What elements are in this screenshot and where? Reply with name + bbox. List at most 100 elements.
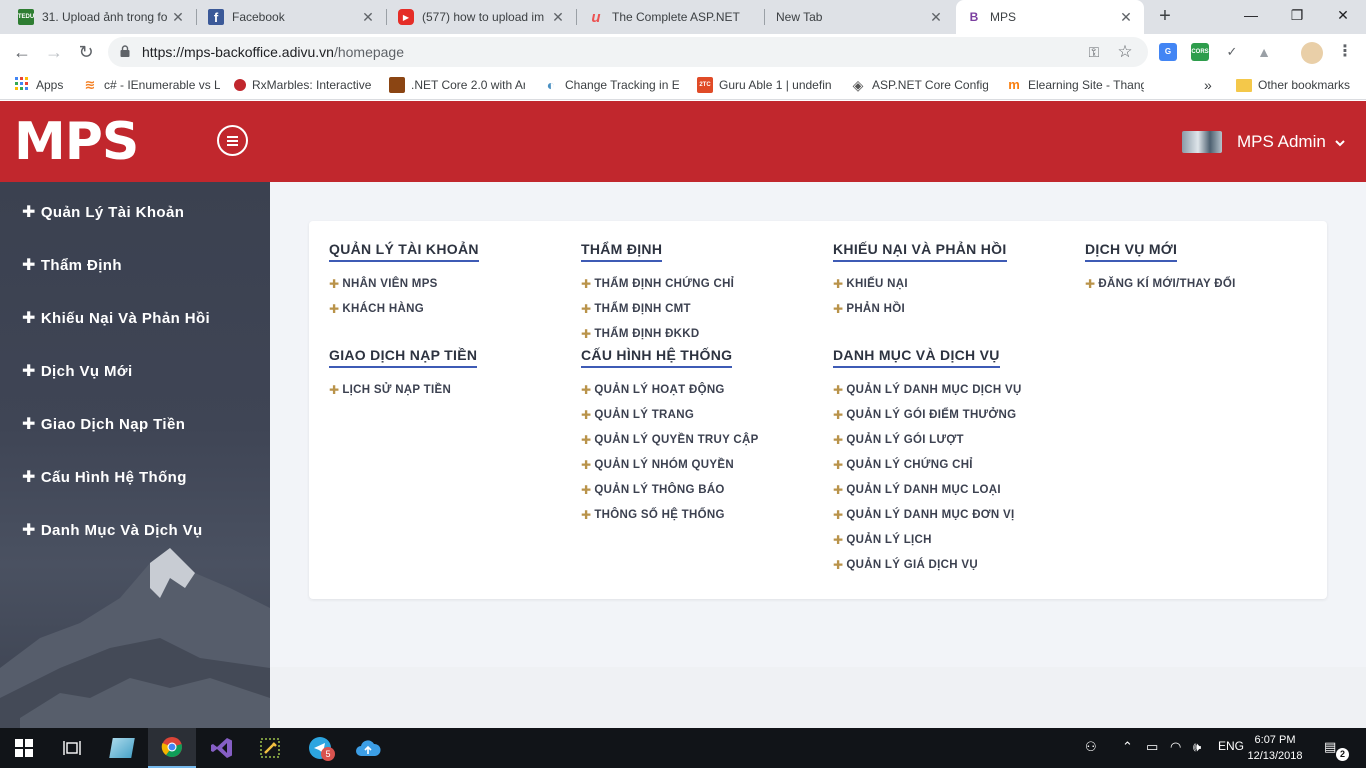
- link-thong-so-he-thong[interactable]: ✚ THÔNG SỐ HỆ THỐNG: [581, 502, 759, 527]
- close-tab-icon[interactable]: ✕: [928, 9, 944, 26]
- link-quan-ly-chung-chi[interactable]: ✚ QUẢN LÝ CHỨNG CHỈ: [833, 452, 1022, 477]
- bookmark-item[interactable]: .NET Core 2.0 with An: [389, 76, 525, 94]
- mps-logo[interactable]: MPS: [14, 116, 139, 168]
- link-lich-su-nap-tien[interactable]: ✚ LỊCH SỬ NẠP TIỀN: [329, 377, 477, 402]
- bookmark-apps[interactable]: Apps: [14, 76, 84, 94]
- link-dang-ki-moi-thay-doi[interactable]: ✚ ĐĂNG KÍ MỚI/THAY ĐỔI: [1085, 271, 1236, 296]
- telegram-icon[interactable]: 5: [296, 728, 344, 768]
- sidebar-item-label: Cấu Hình Hệ Thống: [40, 468, 187, 486]
- windows-taskbar: 5 ⚇ ⌃ ▭ ◠ 🕪 ENG 6:07 PM 12/13/2018 ▤ 2: [0, 728, 1366, 768]
- wifi-icon[interactable]: ◠: [1170, 739, 1181, 755]
- link-label: QUẢN LÝ NHÓM QUYỀN: [594, 458, 734, 471]
- close-window-icon[interactable]: ✕: [1320, 0, 1366, 32]
- browser-tab[interactable]: TEDU 31. Upload ảnh trong fo ✕: [8, 0, 196, 34]
- link-quan-ly-goi-diem-thuong[interactable]: ✚ QUẢN LÝ GÓI ĐIỂM THƯỞNG: [833, 402, 1022, 427]
- bookmark-label: Other bookmarks: [1258, 78, 1351, 92]
- close-tab-icon[interactable]: ✕: [1118, 9, 1134, 26]
- cloud-sync-icon[interactable]: [344, 728, 392, 768]
- link-tham-dinh-chung-chi[interactable]: ✚ THẨM ĐỊNH CHỨNG CHỈ: [581, 271, 734, 296]
- link-quan-ly-danh-muc-loai[interactable]: ✚ QUẢN LÝ DANH MỤC LOẠI: [833, 477, 1022, 502]
- close-tab-icon[interactable]: ✕: [550, 9, 566, 26]
- link-quan-ly-thong-bao[interactable]: ✚ QUẢN LÝ THÔNG BÁO: [581, 477, 759, 502]
- checkmark-extension-icon[interactable]: ✓: [1223, 43, 1241, 61]
- link-khieu-nai[interactable]: ✚ KHIẾU NẠI: [833, 271, 1007, 296]
- more-bookmarks-chevron-icon[interactable]: »: [1204, 76, 1218, 94]
- browser-tab-title: The Complete ASP.NET: [612, 10, 740, 24]
- visual-studio-icon[interactable]: [198, 728, 246, 768]
- sidebar-item-dich-vu-moi[interactable]: ✚ Dịch Vụ Mới: [22, 361, 133, 381]
- plus-icon: ✚: [833, 457, 844, 472]
- language-indicator[interactable]: ENG: [1218, 739, 1244, 753]
- back-arrow-icon[interactable]: ←: [10, 40, 34, 64]
- volume-icon[interactable]: 🕪: [1193, 739, 1201, 755]
- link-quan-ly-danh-muc-don-vi[interactable]: ✚ QUẢN LÝ DANH MỤC ĐƠN VỊ: [833, 502, 1022, 527]
- browser-tab-active[interactable]: B MPS ✕: [956, 0, 1144, 34]
- minimize-window-icon[interactable]: —: [1228, 0, 1274, 32]
- sidebar-item-tham-dinh[interactable]: ✚ Thẩm Định: [22, 255, 122, 275]
- battery-icon[interactable]: ▭: [1146, 739, 1158, 755]
- profile-avatar-icon[interactable]: [1301, 42, 1323, 64]
- plus-icon: ✚: [833, 557, 844, 572]
- cors-extension-icon[interactable]: CORS: [1191, 43, 1209, 61]
- bookmark-item[interactable]: ◈ ASP.NET Core Configu: [850, 76, 988, 94]
- link-nhan-vien-mps[interactable]: ✚ NHÂN VIÊN MPS: [329, 271, 479, 296]
- link-quan-ly-lich[interactable]: ✚ QUẢN LÝ LỊCH: [833, 527, 1022, 552]
- link-phan-hoi[interactable]: ✚ PHẢN HỒI: [833, 296, 1007, 321]
- forward-arrow-icon[interactable]: →: [42, 40, 66, 64]
- address-bar[interactable]: https://mps-backoffice.adivu.vn/homepage…: [108, 37, 1148, 67]
- sidebar-item-cau-hinh-he-thong[interactable]: ✚ Cấu Hình Hệ Thống: [22, 467, 187, 487]
- bookmark-item[interactable]: ◐ Change Tracking in En: [543, 76, 679, 94]
- link-quan-ly-trang[interactable]: ✚ QUẢN LÝ TRANG: [581, 402, 759, 427]
- chrome-taskbar-icon[interactable]: [148, 728, 196, 768]
- other-bookmarks-folder[interactable]: Other bookmarks: [1236, 76, 1360, 94]
- link-quan-ly-nhom-quyen[interactable]: ✚ QUẢN LÝ NHÓM QUYỀN: [581, 452, 759, 477]
- sidebar-item-khieu-nai[interactable]: ✚ Khiếu Nại Và Phản Hồi: [22, 308, 210, 328]
- link-khach-hang[interactable]: ✚ KHÁCH HÀNG: [329, 296, 479, 321]
- bookmark-item[interactable]: 2TC Guru Able 1 | undefin: [697, 76, 835, 94]
- link-quan-ly-hoat-dong[interactable]: ✚ QUẢN LÝ HOẠT ĐỘNG: [581, 377, 759, 402]
- new-tab-button[interactable]: +: [1153, 5, 1177, 29]
- browser-tab[interactable]: f Facebook ✕: [198, 0, 386, 34]
- bookmark-item[interactable]: ≋ c# - IEnumerable vs L: [82, 76, 220, 94]
- sidebar-item-giao-dich-nap-tien[interactable]: ✚ Giao Dịch Nạp Tiền: [22, 414, 185, 434]
- people-icon[interactable]: ⚇: [1085, 739, 1097, 755]
- google-translate-extension-icon[interactable]: G: [1159, 43, 1177, 61]
- reload-icon[interactable]: ↻: [74, 40, 98, 64]
- app-icon[interactable]: [98, 728, 146, 768]
- task-view-icon[interactable]: [48, 728, 96, 768]
- avatar[interactable]: [1182, 131, 1222, 153]
- link-tham-dinh-dkkd[interactable]: ✚ THẨM ĐỊNH ĐKKD: [581, 321, 734, 346]
- plus-icon: ✚: [22, 469, 36, 486]
- star-bookmark-icon[interactable]: ☆: [1116, 43, 1134, 61]
- plus-icon: ✚: [833, 301, 844, 316]
- key-icon[interactable]: ⚿: [1085, 43, 1103, 61]
- link-quan-ly-quyen-truy-cap[interactable]: ✚ QUẢN LÝ QUYỀN TRUY CẬP: [581, 427, 759, 452]
- restore-window-icon[interactable]: ❐: [1274, 0, 1320, 32]
- tools-icon[interactable]: [246, 728, 294, 768]
- notification-center-icon[interactable]: ▤: [1324, 739, 1336, 755]
- close-tab-icon[interactable]: ✕: [360, 9, 376, 26]
- bookmark-item[interactable]: m Elearning Site - Thang: [1006, 76, 1144, 94]
- system-clock[interactable]: 6:07 PM 12/13/2018: [1245, 732, 1305, 764]
- browser-tab[interactable]: u The Complete ASP.NET: [578, 0, 764, 34]
- hamburger-menu-icon[interactable]: [217, 125, 248, 156]
- tab-separator: [386, 9, 387, 25]
- link-tham-dinh-cmt[interactable]: ✚ THẨM ĐỊNH CMT: [581, 296, 734, 321]
- group-quan-ly-tai-khoan: QUẢN LÝ TÀI KHOẢN ✚ NHÂN VIÊN MPS ✚ KHÁCH …: [329, 241, 479, 321]
- link-quan-ly-danh-muc-dich-vu[interactable]: ✚ QUẢN LÝ DANH MỤC DỊCH VỤ: [833, 377, 1022, 402]
- chevron-up-icon[interactable]: ⌃: [1122, 739, 1133, 755]
- sidebar-item-danh-muc-va-dich-vu[interactable]: ✚ Danh Mục Và Dịch Vụ: [22, 520, 203, 540]
- sidebar-item-quan-ly-tai-khoan[interactable]: ✚ Quản Lý Tài Khoản: [22, 202, 184, 222]
- browser-tab[interactable]: New Tab ✕: [766, 0, 954, 34]
- browser-menu-icon[interactable]: ⋮: [1336, 43, 1354, 61]
- chevron-down-icon[interactable]: [1334, 137, 1346, 149]
- close-tab-icon[interactable]: ✕: [170, 9, 186, 26]
- browser-tab[interactable]: ▶ (577) how to upload im ✕: [388, 0, 576, 34]
- link-quan-ly-goi-luot[interactable]: ✚ QUẢN LÝ GÓI LƯỢT: [833, 427, 1022, 452]
- plus-icon: ✚: [833, 382, 844, 397]
- user-name[interactable]: MPS Admin: [1237, 132, 1326, 152]
- drive-extension-icon[interactable]: ▲: [1255, 43, 1273, 61]
- windows-start-icon[interactable]: [0, 728, 48, 768]
- bookmark-item[interactable]: RxMarbles: Interactive: [234, 76, 376, 94]
- link-quan-ly-gia-dich-vu[interactable]: ✚ QUẢN LÝ GIÁ DỊCH VỤ: [833, 552, 1022, 577]
